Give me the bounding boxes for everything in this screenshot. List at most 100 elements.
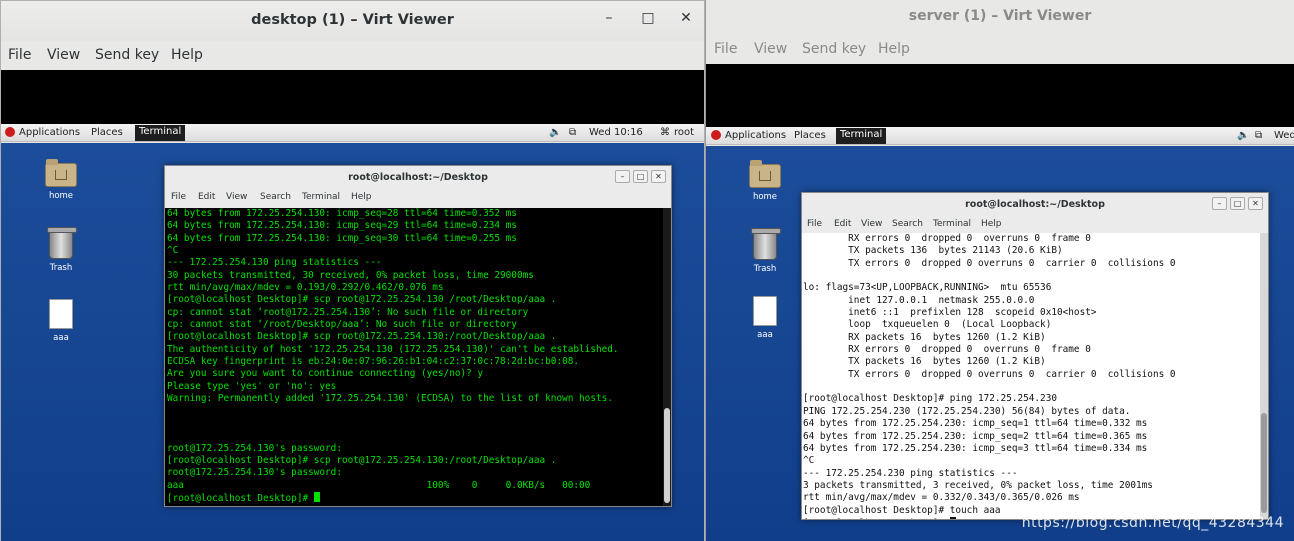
terminal-menu-help[interactable]: Help — [981, 219, 1002, 229]
terminal-line: TX errors 0 dropped 0 overruns 0 carrier… — [803, 257, 1176, 269]
terminal-menu-terminal[interactable]: Terminal — [933, 219, 971, 229]
close-icon[interactable]: ✕ — [676, 10, 696, 26]
terminal-menu-file[interactable]: File — [171, 192, 186, 202]
terminal-maximize-icon[interactable]: □ — [1230, 197, 1245, 210]
desktop-icon-aaa[interactable]: aaa — [31, 299, 91, 343]
terminal-menu-view[interactable]: View — [861, 219, 882, 229]
terminal-close-icon[interactable]: ✕ — [651, 170, 666, 183]
terminal-line: The authenticity of host '172.25.254.130… — [167, 343, 619, 355]
guest-display-border — [1, 70, 704, 124]
menu-bar: File View Send key Help — [1, 42, 704, 70]
terminal-maximize-icon[interactable]: □ — [633, 170, 648, 183]
taskbar-terminal[interactable]: Terminal — [836, 128, 887, 144]
terminal-scrollbar[interactable] — [1260, 233, 1268, 519]
menu-view[interactable]: View — [47, 47, 80, 63]
terminal-line: 64 bytes from 172.25.254.230: icmp_seq=3… — [803, 442, 1148, 454]
terminal-line: [root@localhost Desktop]# — [167, 491, 663, 504]
terminal-menu-edit[interactable]: Edit — [834, 219, 851, 229]
applications-menu[interactable]: Applications — [725, 130, 786, 141]
applications-menu[interactable]: Applications — [19, 127, 80, 138]
guest-desktop: home Trash aaa root@localhost:~/Desktop … — [1, 143, 704, 541]
terminal-line: loop txqueuelen 0 (Local Loopback) — [803, 319, 1052, 331]
terminal-line: TX packets 16 bytes 1260 (1.2 KiB) — [803, 356, 1046, 368]
panel-user[interactable]: root — [674, 127, 694, 138]
terminal-menu-bar: File Edit View Search Terminal Help — [165, 188, 671, 206]
terminal-menu-search[interactable]: Search — [260, 192, 291, 202]
guest-desktop: home Trash aaa root@localhost:~/Desktop … — [706, 146, 1294, 541]
terminal-line: lo: flags=73<UP,LOOPBACK,RUNNING> mtu 65… — [803, 282, 1052, 294]
menu-file[interactable]: File — [714, 41, 737, 57]
terminal-line: ^C — [167, 245, 179, 257]
redhat-icon[interactable] — [5, 127, 15, 137]
terminal-output[interactable]: 64 bytes from 172.25.254.130: icmp_seq=2… — [165, 208, 663, 506]
gnome-top-panel: Applications Places Terminal 🔈 ⧉ Wed — [706, 127, 1294, 145]
gnome-top-panel: Applications Places Terminal 🔈 ⧉ Wed 10:… — [1, 124, 704, 142]
file-icon — [49, 299, 73, 329]
places-menu[interactable]: Places — [794, 130, 826, 141]
desktop-icon-trash[interactable]: Trash — [735, 228, 795, 274]
terminal-line: RX errors 0 dropped 0 overruns 0 frame 0 — [803, 233, 1091, 244]
desktop-icon-home[interactable]: home — [31, 159, 91, 201]
terminal-menu-file[interactable]: File — [807, 219, 822, 229]
home-folder-icon — [749, 160, 781, 188]
minimize-icon[interactable]: – — [599, 10, 619, 26]
terminal-menu-help[interactable]: Help — [351, 192, 372, 202]
panel-clock[interactable]: Wed 10:16 — [589, 127, 643, 138]
terminal-line: [root@localhost Desktop]# scp root@172.2… — [167, 331, 557, 343]
terminal-menu-terminal[interactable]: Terminal — [302, 192, 340, 202]
terminal-line: root@172.25.254.130's password: — [167, 442, 342, 454]
terminal-menu-bar: File Edit View Search Terminal Help — [802, 215, 1268, 233]
guest-display-border — [706, 64, 1294, 127]
desktop-icon-home[interactable]: home — [735, 160, 795, 202]
menu-help[interactable]: Help — [171, 47, 203, 63]
desktop-icon-aaa[interactable]: aaa — [735, 296, 795, 340]
terminal-line: inet 127.0.0.1 netmask 255.0.0.0 — [803, 294, 1035, 306]
terminal-line: [root@localhost Desktop]# ping 172.25.25… — [803, 393, 1057, 405]
taskbar-terminal[interactable]: Terminal — [135, 125, 186, 141]
terminal-line: [root@localhost Desktop]# scp root@172.2… — [167, 294, 557, 306]
terminal-line: Are you sure you want to continue connec… — [167, 368, 484, 380]
terminal-line: 64 bytes from 172.25.254.130: icmp_seq=2… — [167, 220, 517, 232]
desktop-icon-trash[interactable]: Trash — [31, 227, 91, 273]
terminal-line: Please type 'yes' or 'no': yes — [167, 380, 337, 392]
terminal-line: ^C — [803, 455, 815, 467]
menu-send-key[interactable]: Send key — [95, 47, 159, 63]
maximize-icon[interactable]: □ — [638, 10, 658, 26]
menu-view[interactable]: View — [754, 41, 787, 57]
terminal-output[interactable]: RX errors 0 dropped 0 overruns 0 frame 0… — [802, 233, 1260, 519]
terminal-minimize-icon[interactable]: – — [615, 170, 630, 183]
virt-viewer-window-desktop: desktop (1) – Virt Viewer – □ ✕ File Vie… — [0, 0, 705, 541]
user-icon[interactable]: ⌘ — [660, 127, 670, 138]
menu-send-key[interactable]: Send key — [802, 41, 866, 57]
virt-viewer-window-server: server (1) – Virt Viewer File View Send … — [705, 0, 1294, 541]
menu-file[interactable]: File — [8, 47, 31, 63]
volume-icon[interactable]: 🔈 — [549, 127, 561, 138]
terminal-close-icon[interactable]: ✕ — [1248, 197, 1263, 210]
redhat-icon[interactable] — [711, 130, 721, 140]
terminal-menu-view[interactable]: View — [226, 192, 247, 202]
panel-clock[interactable]: Wed — [1274, 130, 1294, 141]
terminal-menu-search[interactable]: Search — [892, 219, 923, 229]
terminal-line: --- 172.25.254.230 ping statistics --- — [803, 467, 1018, 479]
window-titlebar[interactable]: desktop (1) – Virt Viewer – □ ✕ — [1, 1, 704, 41]
menu-help[interactable]: Help — [878, 41, 910, 57]
terminal-menu-edit[interactable]: Edit — [198, 192, 215, 202]
terminal-line: 64 bytes from 172.25.254.130: icmp_seq=3… — [167, 232, 517, 244]
volume-icon[interactable]: 🔈 — [1237, 130, 1249, 141]
text-cursor — [949, 516, 956, 519]
terminal-minimize-icon[interactable]: – — [1212, 197, 1227, 210]
network-icon[interactable]: ⧉ — [569, 127, 576, 138]
terminal-line: Warning: Permanently added '172.25.254.1… — [167, 393, 613, 405]
terminal-line: TX errors 0 dropped 0 overruns 0 carrier… — [803, 368, 1176, 380]
terminal-line: inet6 ::1 prefixlen 128 scopeid 0x10<hos… — [803, 307, 1097, 319]
places-menu[interactable]: Places — [91, 127, 123, 138]
network-icon[interactable]: ⧉ — [1255, 130, 1262, 141]
terminal-scrollbar[interactable] — [663, 208, 671, 506]
terminal-line: cp: cannot stat ‘/root/Desktop/aaa’: No … — [167, 319, 517, 331]
window-titlebar[interactable]: server (1) – Virt Viewer — [706, 0, 1294, 36]
terminal-line: root@172.25.254.130's password: — [167, 467, 342, 479]
terminal-line: 3 packets transmitted, 3 received, 0% pa… — [803, 479, 1153, 491]
